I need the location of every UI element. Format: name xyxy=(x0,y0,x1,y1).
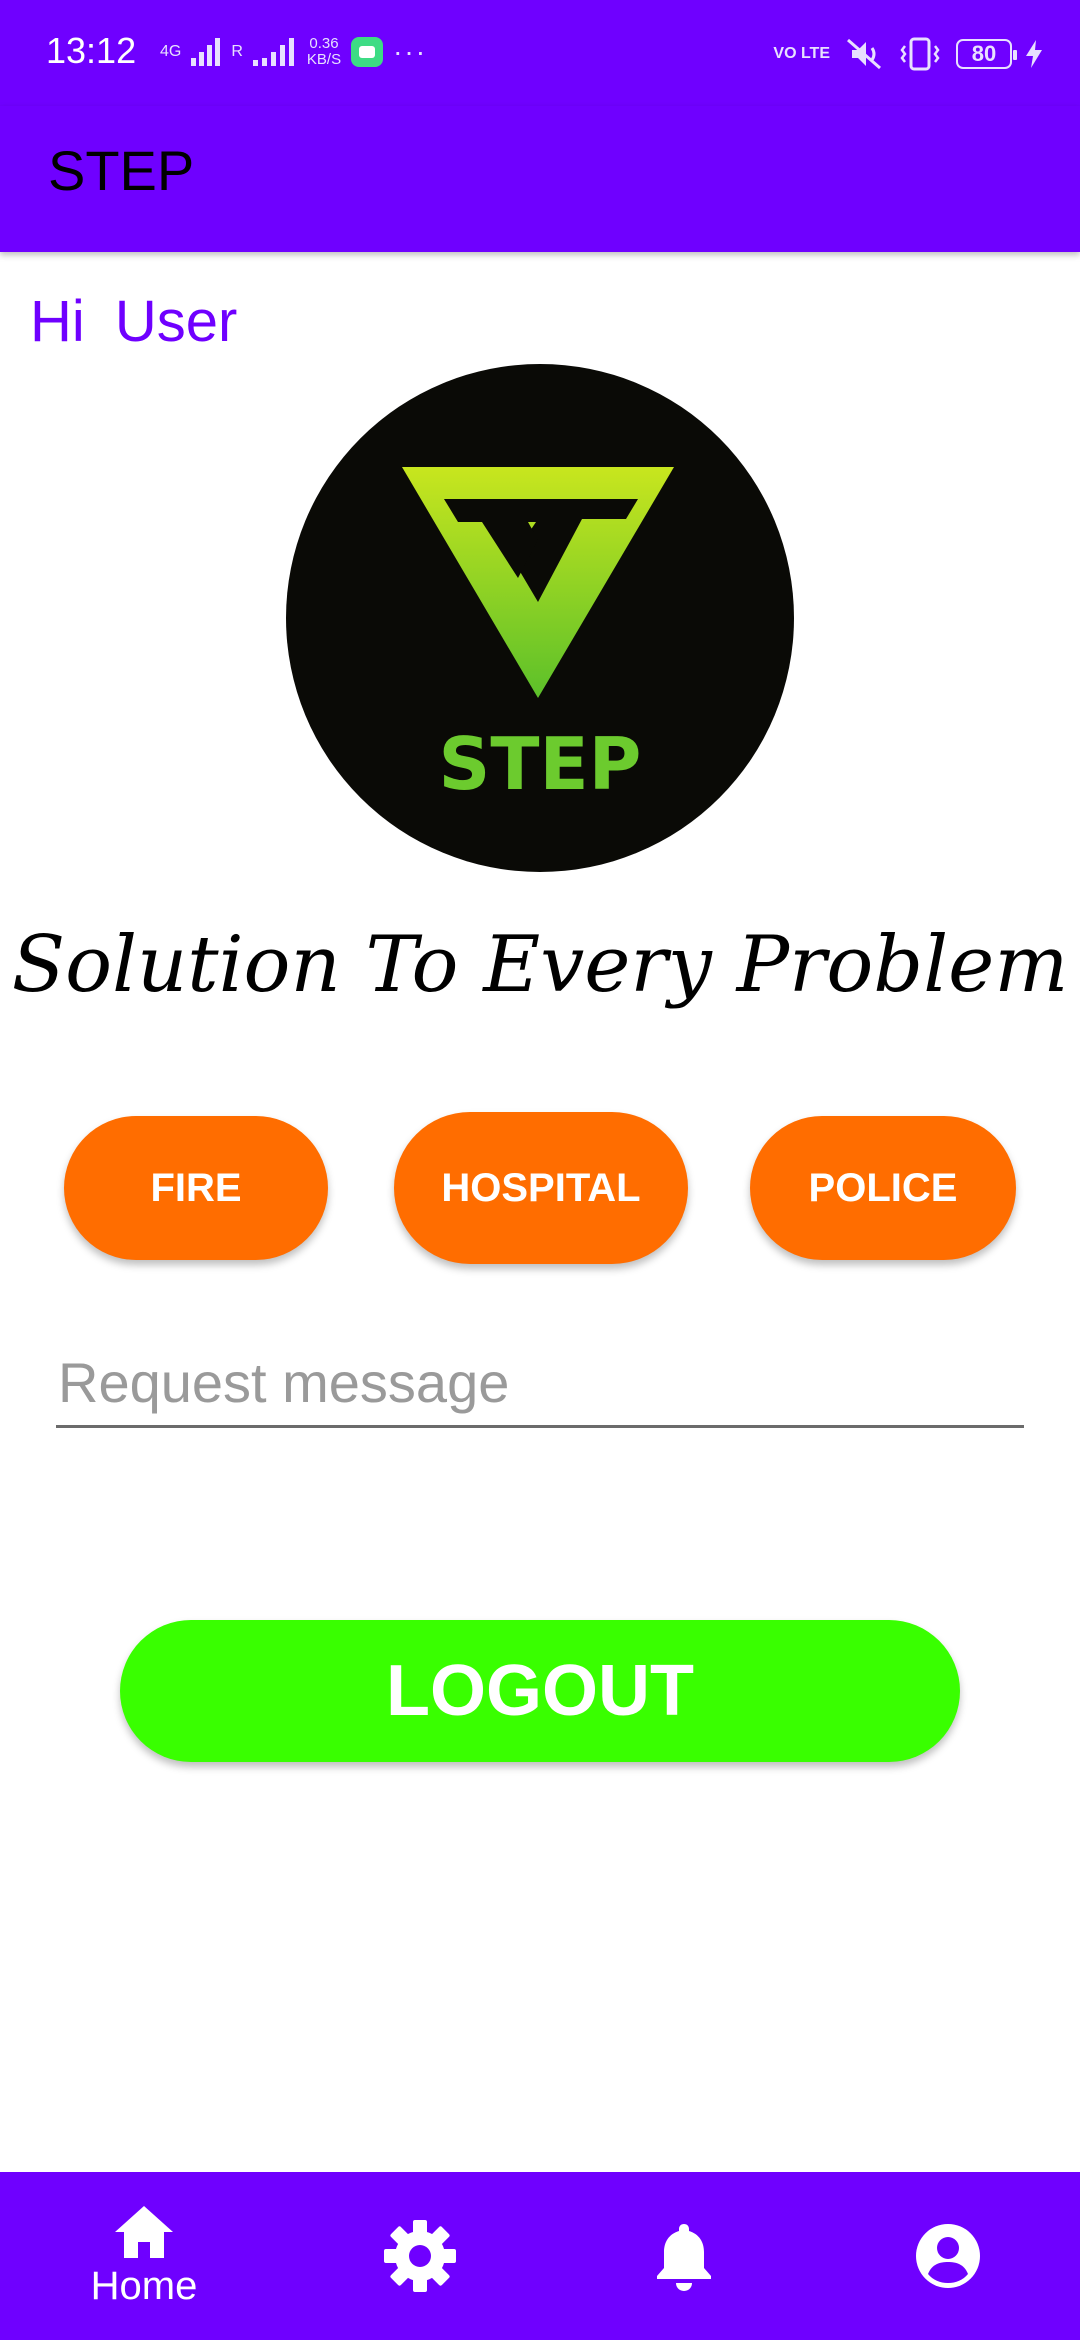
signal-icon-2 xyxy=(252,38,294,66)
volte-label: VO LTE xyxy=(773,45,830,62)
nav-profile[interactable] xyxy=(848,2172,1048,2340)
logo-text: STEP xyxy=(439,722,642,806)
hospital-button[interactable]: HOSPITAL xyxy=(394,1112,688,1264)
nav-notifications[interactable] xyxy=(584,2172,784,2340)
status-right-icons: VO LTE 80 xyxy=(773,34,1042,74)
network-speed-unit: KB/S xyxy=(306,51,342,68)
message-notification-icon xyxy=(351,37,384,67)
app-title: STEP xyxy=(48,139,195,202)
nav-home-label: Home xyxy=(90,2263,198,2308)
status-bar: 13:12 4G R 0.36 KB/S ··· VO LTE 80 xyxy=(0,0,1080,106)
vibrate-icon xyxy=(900,37,940,71)
request-message-input[interactable] xyxy=(56,1340,1024,1428)
tagline: Solution To Every Problem xyxy=(11,920,1069,1010)
logout-button[interactable]: LOGOUT xyxy=(120,1620,960,1762)
network-type-label: 4G xyxy=(160,43,182,60)
battery-icon: 80 xyxy=(956,39,1017,69)
account-icon xyxy=(916,2224,980,2288)
bottom-navigation: Home xyxy=(0,2172,1080,2340)
network-speed-value: 0.36 xyxy=(309,35,339,52)
home-icon xyxy=(115,2205,173,2258)
status-left-icons: 4G R 0.36 KB/S ··· xyxy=(160,32,427,72)
police-button[interactable]: POLICE xyxy=(750,1116,1016,1260)
nav-settings[interactable] xyxy=(320,2172,520,2340)
fire-button[interactable]: FIRE xyxy=(64,1116,328,1260)
bell-icon xyxy=(657,2224,711,2291)
battery-level: 80 xyxy=(971,41,997,66)
network-speed: 0.36 KB/S xyxy=(307,36,341,68)
roaming-label: R xyxy=(231,43,243,60)
mute-vibrate-icon xyxy=(847,38,881,70)
signal-icon xyxy=(191,38,221,66)
status-time: 13:12 xyxy=(46,30,137,71)
gear-icon xyxy=(384,2220,456,2292)
app-bar: STEP xyxy=(0,106,1080,252)
step-logo-graphic: STEP xyxy=(402,467,674,806)
step-logo: STEP xyxy=(286,364,794,872)
greeting-text: Hi User xyxy=(30,289,238,354)
nav-home[interactable]: Home xyxy=(44,2172,244,2340)
more-notifications-icon: ··· xyxy=(393,36,428,67)
charging-icon xyxy=(1026,40,1042,68)
